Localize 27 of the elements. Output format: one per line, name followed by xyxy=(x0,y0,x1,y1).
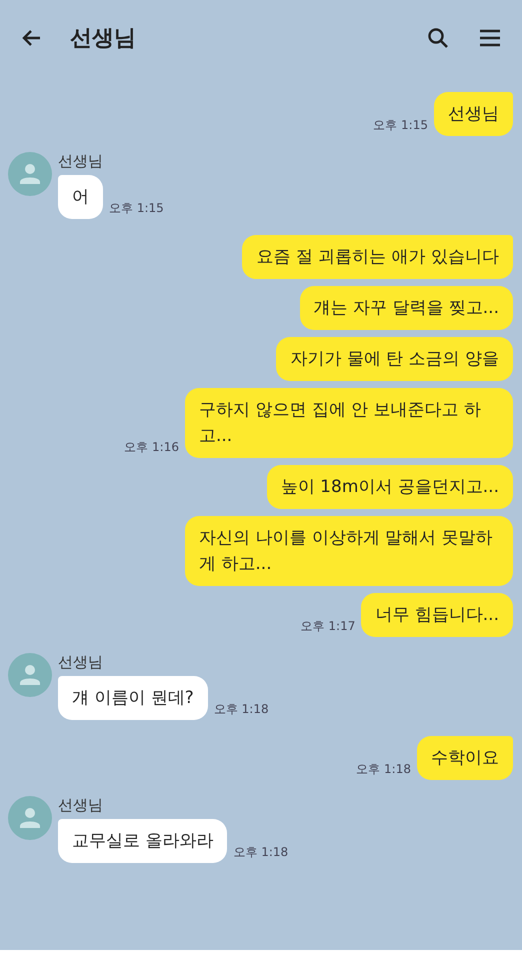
sent-message: 걔는 자꾸 달력을 찢고... xyxy=(300,286,513,330)
message-time: 오후 1:18 xyxy=(214,701,269,718)
message-time: 오후 1:18 xyxy=(356,761,411,778)
sent-message: 높이 18m이서 공을던지고... xyxy=(266,465,513,509)
sent-message: 자신의 나이를 이상하게 말해서 못말하게 하고... xyxy=(185,516,513,586)
chat-title: 선생님 xyxy=(70,25,137,53)
avatar-icon xyxy=(8,653,52,697)
sent-message: 수학이요 xyxy=(417,736,513,780)
received-message: 교무실로 올라와라 xyxy=(58,819,228,863)
avatar-icon xyxy=(8,796,52,840)
search-icon[interactable] xyxy=(426,26,450,50)
message-time: 오후 1:18 xyxy=(233,844,288,861)
sent-message: 자기가 물에 탄 소금의 양을 xyxy=(276,337,513,381)
sent-message: 구하지 않으면 집에 안 보내준다고 하고... xyxy=(185,388,513,458)
message-time: 오후 1:15 xyxy=(373,117,428,134)
sent-message: 너무 힘듭니다... xyxy=(361,593,513,637)
received-message: 걔 이름이 뭔데? xyxy=(58,676,208,720)
message-time: 오후 1:17 xyxy=(300,618,356,635)
sent-message: 선생님 xyxy=(434,92,513,136)
message-time: 오후 1:15 xyxy=(109,200,164,217)
avatar-icon xyxy=(8,152,52,196)
sender-name: 선생님 xyxy=(58,152,104,171)
sent-message: 요즘 절 괴롭히는 애가 있습니다 xyxy=(242,235,513,279)
sender-name: 선생님 xyxy=(58,653,104,672)
received-message: 어 xyxy=(58,175,103,219)
sender-name: 선생님 xyxy=(58,796,104,815)
message-time: 오후 1:16 xyxy=(124,439,179,456)
